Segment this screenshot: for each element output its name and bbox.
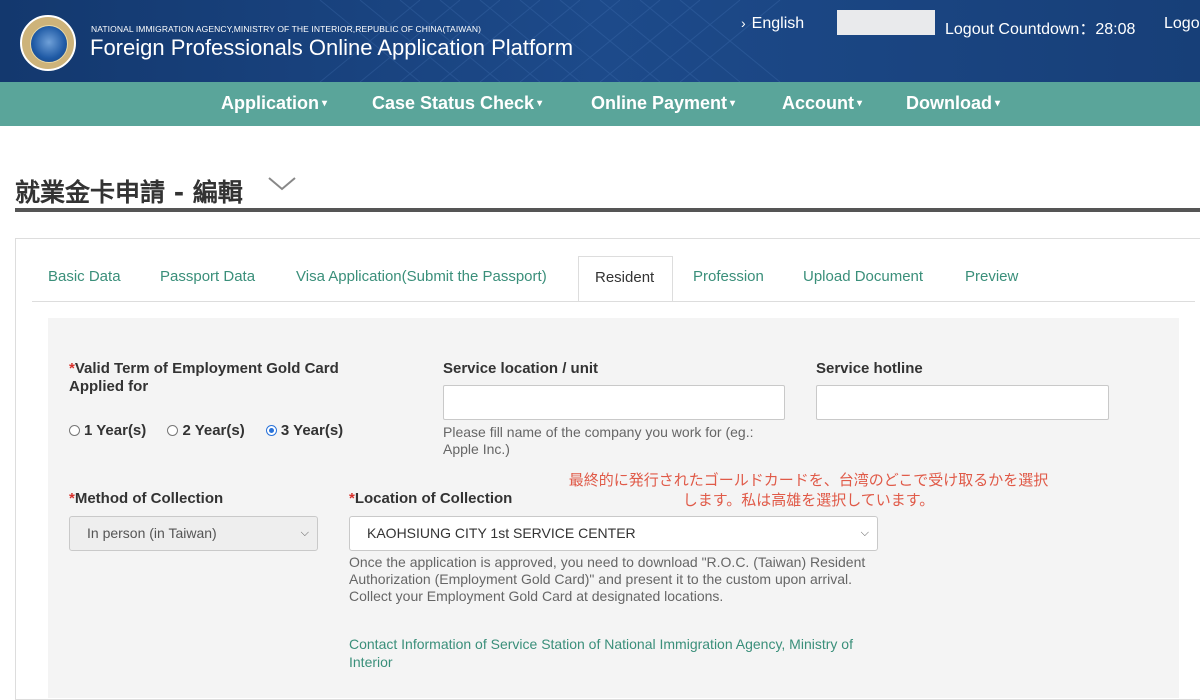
caret-down-icon: ▾ <box>857 98 863 109</box>
tab-visa-application[interactable]: Visa Application(Submit the Passport) <box>296 268 547 285</box>
tab-passport-data[interactable]: Passport Data <box>160 268 255 285</box>
nav-application[interactable]: Application ▾ <box>221 93 327 114</box>
language-switcher[interactable]: › English <box>741 15 804 33</box>
radio-circle <box>69 425 80 436</box>
service-location-input[interactable] <box>443 385 785 420</box>
chevron-right-icon: › <box>741 15 746 31</box>
nav-account[interactable]: Account ▾ <box>782 93 862 114</box>
service-location-label: Service location / unit <box>443 360 599 377</box>
service-station-contact-link[interactable]: Contact Information of Service Station o… <box>349 635 869 671</box>
valid-term-label: *Valid Term of Employment Gold Card Appl… <box>69 360 369 396</box>
radio-3-year[interactable]: 3 Year(s) <box>265 422 344 439</box>
tab-profession[interactable]: Profession <box>693 268 764 285</box>
logout-countdown: Logout Countdown：28:08 <box>945 21 1136 38</box>
logout-link[interactable]: Logo <box>1164 15 1200 33</box>
main-nav: Application ▾ Case Status Check ▾ Online P… <box>0 82 1200 126</box>
location-of-collection-help: Once the application is approved, you ne… <box>349 554 866 604</box>
radio-label: 1 Year(s) <box>84 422 147 439</box>
service-hotline-input[interactable] <box>816 385 1109 420</box>
tab-upload-document[interactable]: Upload Document <box>803 268 923 285</box>
logo-emblem <box>30 25 68 63</box>
title-divider <box>15 208 1200 212</box>
radio-2-year[interactable]: 2 Year(s) <box>167 422 245 439</box>
tab-preview[interactable]: Preview <box>965 268 1018 285</box>
agency-name: NATIONAL IMMIGRATION AGENCY,MINISTRY OF … <box>91 24 482 34</box>
radio-label: 2 Year(s) <box>182 422 245 439</box>
user-name-box <box>837 10 935 35</box>
tabs-divider <box>32 301 1195 302</box>
radio-1-year[interactable]: 1 Year(s) <box>69 422 146 439</box>
tab-resident-label: Resident <box>595 269 655 286</box>
radio-circle-selected <box>265 425 277 436</box>
site-header: NATIONAL IMMIGRATION AGENCY,MINISTRY OF … <box>0 0 1200 82</box>
nav-case-status-check[interactable]: Case Status Check ▾ <box>372 93 542 114</box>
chevron-down-icon[interactable] <box>266 172 298 194</box>
chevron-down-icon: ⌵ <box>300 527 309 539</box>
nav-download[interactable]: Download ▾ <box>906 93 1000 114</box>
caret-down-icon: ▾ <box>537 98 543 109</box>
method-of-collection-select[interactable]: In person (in Taiwan) ⌵ <box>69 516 318 551</box>
nav-online-payment[interactable]: Online Payment ▾ <box>591 93 735 114</box>
select-value: In person (in Taiwan) <box>87 525 217 541</box>
service-hotline-label: Service hotline <box>816 360 923 377</box>
language-label: English <box>751 15 805 32</box>
select-value: KAOHSIUNG CITY 1st SERVICE CENTER <box>367 525 636 541</box>
agency-logo[interactable] <box>20 15 76 71</box>
radio-label: 3 Year(s) <box>280 422 344 439</box>
chevron-down-icon: ⌵ <box>860 527 869 539</box>
nav-label: Online Payment <box>591 93 728 113</box>
nav-label: Case Status Check <box>372 93 535 113</box>
radio-circle <box>167 425 179 436</box>
location-of-collection-select[interactable]: KAOHSIUNG CITY 1st SERVICE CENTER ⌵ <box>349 516 878 551</box>
nav-label: Download <box>906 93 992 113</box>
page-title: 就業金卡申請 - 編輯 <box>15 178 243 207</box>
nav-label: Application <box>221 93 319 113</box>
nav-label: Account <box>782 93 854 113</box>
location-of-collection-label: *Location of Collection <box>349 490 512 508</box>
annotation-note: 最終的に発行されたゴールドカードを、台湾のどこで受け取るかを選択します。私は高雄… <box>568 471 1049 509</box>
caret-down-icon: ▾ <box>995 98 1001 109</box>
tab-basic-data[interactable]: Basic Data <box>48 268 121 285</box>
caret-down-icon: ▾ <box>730 98 736 109</box>
service-location-help: Please fill name of the company you work… <box>443 424 754 457</box>
platform-title: Foreign Professionals Online Application… <box>90 35 574 60</box>
method-of-collection-label: *Method of Collection <box>69 490 223 508</box>
caret-down-icon: ▾ <box>322 98 328 109</box>
valid-term-label-text: Valid Term of Employment Gold Card Appli… <box>69 360 339 395</box>
valid-term-radio-group: 1 Year(s) 2 Year(s) 3 Year(s) <box>69 422 360 440</box>
method-of-collection-label-text: Method of Collection <box>74 490 224 507</box>
location-of-collection-label-text: Location of Collection <box>354 490 513 507</box>
